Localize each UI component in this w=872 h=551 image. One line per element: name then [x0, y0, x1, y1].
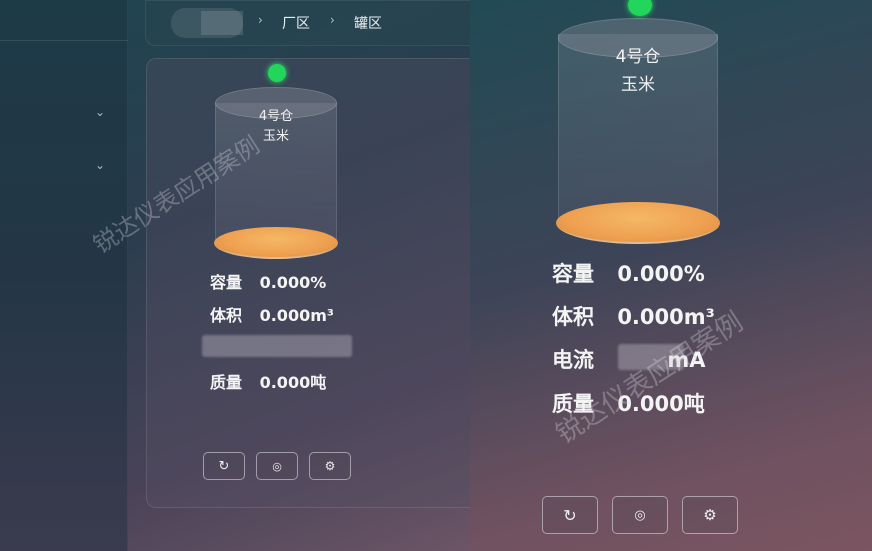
sidebar-divider [0, 40, 128, 41]
volume-label: 体积 [552, 305, 594, 329]
capacity-value: 0.000% [617, 262, 705, 286]
volume-row: 体积 0.000m³ [210, 302, 334, 326]
settings-button[interactable]: ⚙ [682, 496, 738, 534]
target-button[interactable]: ◎ [256, 452, 298, 480]
volume-value: 0.000m³ [259, 306, 334, 325]
refresh-icon: ↻ [218, 458, 230, 474]
target-icon: ◎ [634, 507, 646, 523]
breadcrumb-separator: › [330, 13, 335, 27]
status-indicator [268, 64, 286, 82]
target-button[interactable]: ◎ [612, 496, 668, 534]
right-screenshot: 4号仓 玉米 容量 0.000% 体积 0.000m³ 电流 mA 质量 0.0… [470, 0, 872, 551]
breadcrumb-item-factory[interactable]: 厂区 [282, 13, 310, 33]
capacity-row: 容量 0.000% [210, 269, 326, 293]
volume-label: 体积 [210, 306, 243, 325]
breadcrumb-separator: › [258, 13, 263, 27]
blurred-breadcrumb-text [201, 11, 243, 35]
gear-icon: ⚙ [703, 506, 717, 524]
left-screenshot: ⌄ ⌄ › 厂区 › 罐区 4号仓 玉米 容量 0.000% 体积 0.000m… [0, 0, 470, 551]
material-fill-level [214, 227, 338, 259]
capacity-label: 容量 [552, 262, 594, 286]
refresh-icon: ↻ [563, 505, 577, 525]
tank-card: 4号仓 玉米 容量 0.000% 体积 0.000m³ 质量 0.000吨 ↻ … [146, 58, 470, 508]
refresh-button[interactable]: ↻ [203, 452, 245, 480]
material-fill-level [556, 202, 720, 244]
chevron-down-icon[interactable]: ⌄ [95, 105, 105, 119]
mass-value: 0.000吨 [259, 373, 327, 392]
gear-icon: ⚙ [324, 459, 336, 473]
chevron-down-icon[interactable]: ⌄ [95, 158, 105, 172]
settings-button[interactable]: ⚙ [309, 452, 351, 480]
mass-label: 质量 [210, 373, 243, 392]
tank-name: 4号仓 [258, 109, 294, 124]
breadcrumb: › 厂区 › 罐区 [145, 0, 470, 46]
target-icon: ◎ [272, 459, 282, 473]
status-indicator [628, 0, 652, 16]
sidebar: ⌄ ⌄ [0, 0, 128, 551]
breadcrumb-item-tank-area[interactable]: 罐区 [354, 13, 382, 33]
current-label: 电流 [552, 348, 594, 372]
capacity-value: 0.000% [259, 273, 327, 292]
mass-row: 质量 0.000吨 [210, 369, 326, 393]
redacted-current-row [202, 335, 352, 357]
capacity-row: 容量 0.000% [552, 258, 705, 288]
tank-name: 4号仓 [615, 47, 661, 67]
tank-material: 玉米 [621, 75, 655, 95]
refresh-button[interactable]: ↻ [542, 496, 598, 534]
capacity-label: 容量 [210, 273, 243, 292]
